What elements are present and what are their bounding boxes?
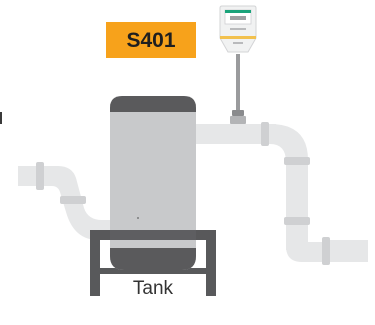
sensor-device-marking-1: [230, 28, 246, 30]
tank: [110, 96, 196, 270]
left-pipe-joint-2: [60, 196, 86, 204]
sensor-stem: [230, 54, 246, 124]
tank-cap: [110, 96, 196, 112]
tank-bottom-cap: [110, 248, 196, 270]
right-pipe: [196, 122, 368, 265]
left-pipe-joint-1: [36, 162, 44, 190]
right-pipe-joint-4: [322, 237, 330, 265]
sensor-device-screen-bar: [225, 10, 251, 13]
sensor-stem-fitting: [232, 110, 244, 116]
tank-marker-dot: [137, 217, 139, 219]
sensor-device: [219, 5, 257, 53]
tank-body: [110, 104, 196, 270]
sensor-stem-rod: [236, 54, 240, 116]
edge-marker: [0, 112, 2, 124]
sensor-device-band: [220, 36, 256, 39]
sensor-stem-base: [230, 116, 246, 124]
tank-sensor-diagram: S401 Tank: [0, 5, 368, 299]
right-pipe-outlet: [324, 240, 368, 262]
left-pipe: [18, 162, 112, 240]
right-pipe-joint-3: [284, 217, 310, 225]
right-pipe-joint-1: [261, 122, 269, 146]
sensor-label-badge: S401: [106, 22, 196, 58]
tank-stand-front-bar: [90, 230, 216, 240]
sensor-label-text: S401: [126, 29, 175, 52]
right-pipe-joint-2: [284, 157, 310, 165]
sensor-device-marking-2: [233, 42, 243, 44]
tank-caption: Tank: [133, 278, 174, 299]
right-pipe-elbow: [270, 124, 308, 250]
sensor-device-readout: [230, 16, 246, 20]
